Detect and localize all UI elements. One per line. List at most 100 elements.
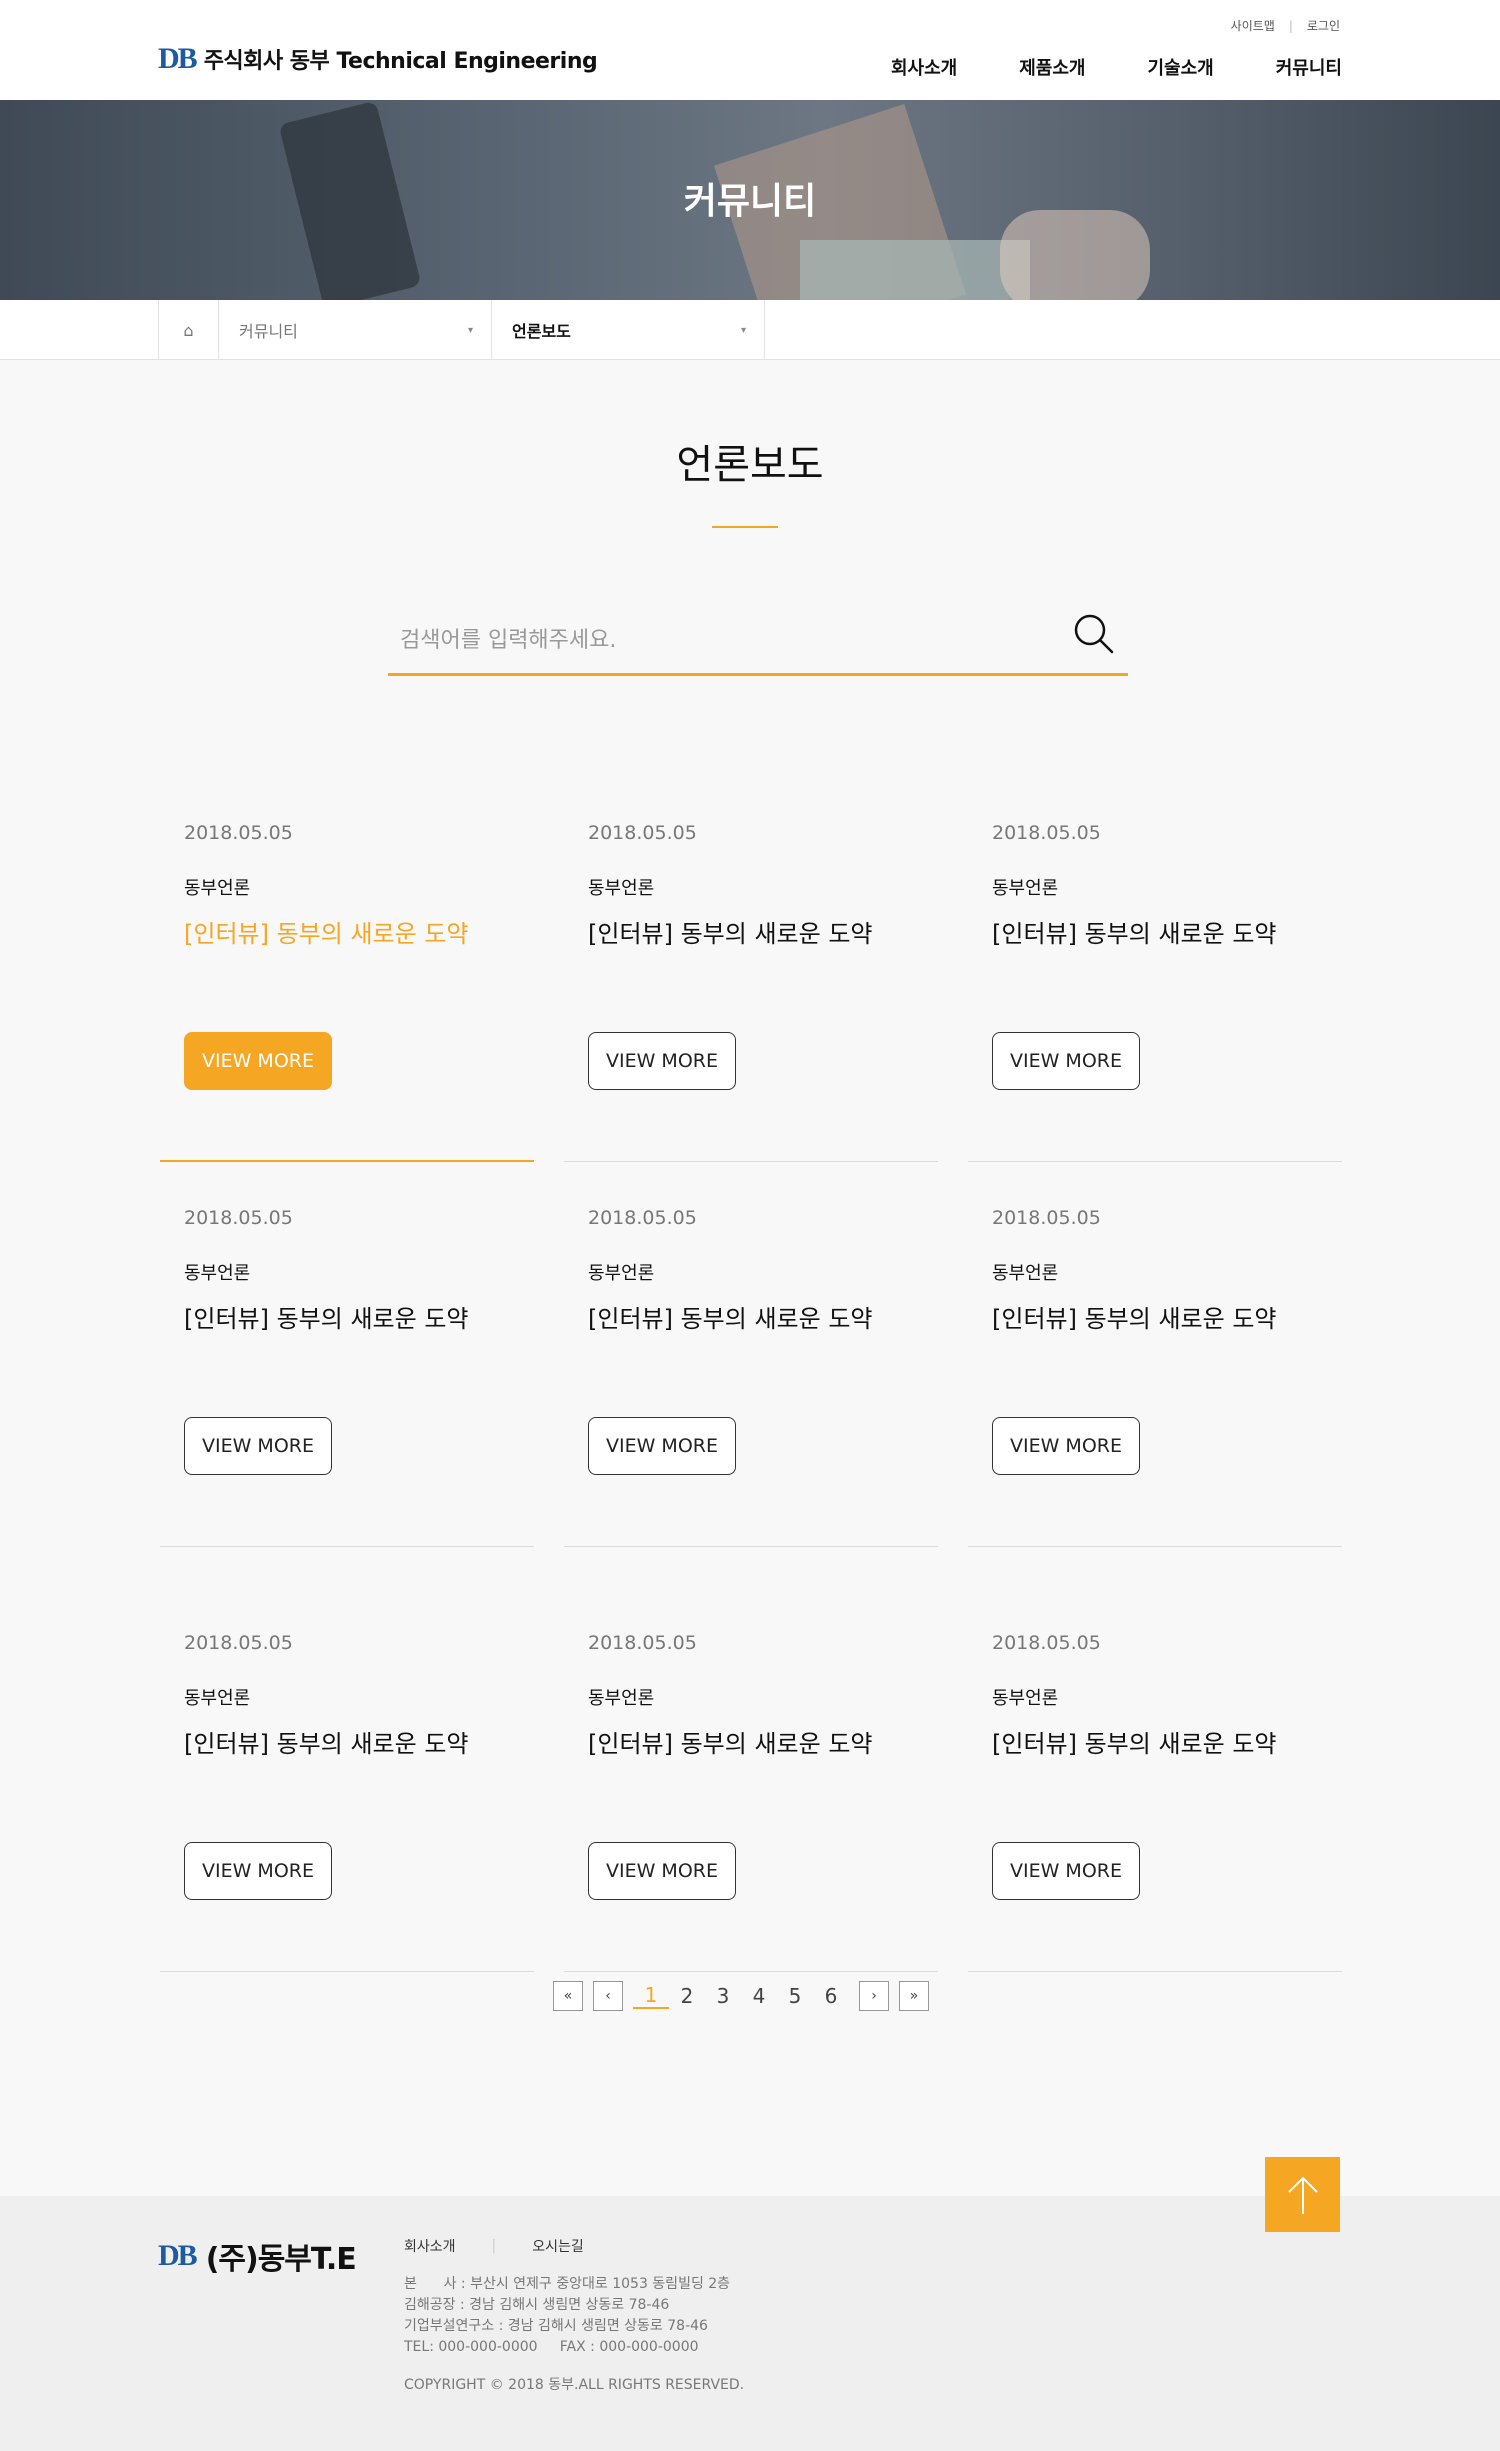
card-title[interactable]: [인터뷰] 동부의 새로운 도약 bbox=[992, 914, 1277, 949]
search-bar bbox=[388, 598, 1128, 676]
view-more-button[interactable]: VIEW MORE bbox=[588, 1842, 736, 1900]
card-date: 2018.05.05 bbox=[992, 822, 1101, 844]
depth2-label: 언론보도 bbox=[512, 322, 571, 341]
card-category: 동부언론 bbox=[588, 1688, 655, 1709]
address-line: 본 사 : 부산시 연제구 중앙대로 1053 동림빌딩 2층 bbox=[404, 2276, 731, 2292]
arrow-up-icon bbox=[1287, 2176, 1318, 2214]
depth2-select[interactable]: 언론보도 ▾ bbox=[492, 300, 765, 360]
card-title[interactable]: [인터뷰] 동부의 새로운 도약 bbox=[588, 1299, 873, 1334]
title-underline bbox=[712, 526, 778, 528]
news-card[interactable]: 2018.05.05 동부언론 [인터뷰] 동부의 새로운 도약 VIEW MO… bbox=[564, 1207, 938, 1547]
card-title[interactable]: [인터뷰] 동부의 새로운 도약 bbox=[184, 1724, 469, 1759]
nav-item-technology[interactable]: 기술소개 bbox=[1148, 54, 1214, 80]
footer-link-directions[interactable]: 오시는길 bbox=[532, 2236, 584, 2256]
footer-link-separator: | bbox=[491, 2238, 497, 2254]
company-info: 본 사 : 부산시 연제구 중앙대로 1053 동림빌딩 2층 김해공장 : 경… bbox=[404, 2274, 730, 2358]
news-card[interactable]: 2018.05.05 동부언론 [인터뷰] 동부의 새로운 도약 VIEW MO… bbox=[968, 822, 1342, 1162]
news-card[interactable]: 2018.05.05 동부언론 [인터뷰] 동부의 새로운 도약 VIEW MO… bbox=[160, 822, 534, 1162]
sub-visual-banner: 커뮤니티 bbox=[0, 100, 1500, 300]
location-bar: ⌂ 커뮤니티 ▾ 언론보도 ▾ bbox=[0, 300, 1500, 360]
breadcrumb: ⌂ 커뮤니티 ▾ 언론보도 ▾ bbox=[158, 300, 765, 360]
card-category: 동부언론 bbox=[184, 1263, 251, 1284]
card-title[interactable]: [인터뷰] 동부의 새로운 도약 bbox=[588, 1724, 873, 1759]
nav-item-community[interactable]: 커뮤니티 bbox=[1276, 54, 1342, 80]
card-title[interactable]: [인터뷰] 동부의 새로운 도약 bbox=[184, 1299, 469, 1334]
page-number[interactable]: 4 bbox=[741, 1984, 777, 2008]
card-category: 동부언론 bbox=[184, 878, 251, 899]
news-card[interactable]: 2018.05.05 동부언론 [인터뷰] 동부의 새로운 도약 VIEW MO… bbox=[968, 1632, 1342, 1972]
news-card[interactable]: 2018.05.05 동부언론 [인터뷰] 동부의 새로운 도약 VIEW MO… bbox=[160, 1632, 534, 1972]
prev-page-button[interactable]: ‹ bbox=[593, 1981, 623, 2011]
card-date: 2018.05.05 bbox=[184, 1207, 293, 1229]
view-more-button[interactable]: VIEW MORE bbox=[588, 1417, 736, 1475]
page-title: 언론보도 bbox=[676, 442, 824, 488]
news-card[interactable]: 2018.05.05 동부언론 [인터뷰] 동부의 새로운 도약 VIEW MO… bbox=[564, 822, 938, 1162]
view-more-button[interactable]: VIEW MORE bbox=[992, 1842, 1140, 1900]
search-input[interactable] bbox=[400, 620, 1050, 660]
news-card[interactable]: 2018.05.05 동부언론 [인터뷰] 동부의 새로운 도약 VIEW MO… bbox=[160, 1207, 534, 1547]
card-category: 동부언론 bbox=[992, 1688, 1059, 1709]
db-logo-icon: DB bbox=[158, 2239, 198, 2272]
card-date: 2018.05.05 bbox=[184, 822, 293, 844]
contact-line: TEL: 000-000-0000 FAX : 000-000-0000 bbox=[404, 2339, 699, 2355]
scroll-top-button[interactable] bbox=[1265, 2157, 1340, 2232]
page-number[interactable]: 5 bbox=[777, 1984, 813, 2008]
card-category: 동부언론 bbox=[184, 1688, 251, 1709]
news-card[interactable]: 2018.05.05 동부언론 [인터뷰] 동부의 새로운 도약 VIEW MO… bbox=[968, 1207, 1342, 1547]
depth1-label: 커뮤니티 bbox=[239, 322, 298, 341]
db-logo-icon: DB bbox=[158, 42, 198, 75]
view-more-button[interactable]: VIEW MORE bbox=[992, 1032, 1140, 1090]
card-date: 2018.05.05 bbox=[588, 1207, 697, 1229]
page-number[interactable]: 2 bbox=[669, 1984, 705, 2008]
card-title[interactable]: [인터뷰] 동부의 새로운 도약 bbox=[184, 914, 469, 949]
card-title[interactable]: [인터뷰] 동부의 새로운 도약 bbox=[588, 914, 873, 949]
page-number[interactable]: 6 bbox=[813, 1984, 849, 2008]
footer-link-company[interactable]: 회사소개 bbox=[404, 2236, 456, 2256]
main-nav: 회사소개 제품소개 기술소개 커뮤니티 bbox=[891, 54, 1342, 80]
card-date: 2018.05.05 bbox=[588, 822, 697, 844]
card-title[interactable]: [인터뷰] 동부의 새로운 도약 bbox=[992, 1724, 1277, 1759]
first-page-button[interactable]: « bbox=[553, 1981, 583, 2011]
next-page-button[interactable]: › bbox=[859, 1981, 889, 2011]
footer-logo-text: (주)동부T.E bbox=[205, 2242, 357, 2277]
nav-item-products[interactable]: 제품소개 bbox=[1019, 54, 1085, 80]
card-category: 동부언론 bbox=[992, 1263, 1059, 1284]
site-footer: DB (주)동부T.E 회사소개 | 오시는길 본 사 : 부산시 연제구 중앙… bbox=[0, 2196, 1500, 2451]
card-date: 2018.05.05 bbox=[184, 1632, 293, 1654]
footer-links: 회사소개 | 오시는길 bbox=[404, 2236, 584, 2256]
page-number[interactable]: 3 bbox=[705, 1984, 741, 2008]
last-page-button[interactable]: » bbox=[899, 1981, 929, 2011]
card-category: 동부언론 bbox=[992, 878, 1059, 899]
address-line: 김해공장 : 경남 김해시 생림면 상동로 78-46 bbox=[404, 2297, 670, 2313]
banner-decoration bbox=[800, 240, 1030, 300]
card-date: 2018.05.05 bbox=[992, 1207, 1101, 1229]
login-link[interactable]: 로그인 bbox=[1307, 17, 1340, 34]
view-more-button[interactable]: VIEW MORE bbox=[184, 1032, 332, 1090]
site-header: 사이트맵 | 로그인 DB 주식회사 동부 Technical Engineer… bbox=[0, 0, 1500, 100]
view-more-button[interactable]: VIEW MORE bbox=[992, 1417, 1140, 1475]
card-date: 2018.05.05 bbox=[992, 1632, 1101, 1654]
utility-links: 사이트맵 | 로그인 bbox=[1231, 17, 1340, 34]
card-date: 2018.05.05 bbox=[588, 1632, 697, 1654]
view-more-button[interactable]: VIEW MORE bbox=[184, 1842, 332, 1900]
site-logo[interactable]: DB 주식회사 동부 Technical Engineering bbox=[158, 42, 598, 76]
news-card[interactable]: 2018.05.05 동부언론 [인터뷰] 동부의 새로운 도약 VIEW MO… bbox=[564, 1632, 938, 1972]
card-title[interactable]: [인터뷰] 동부의 새로운 도약 bbox=[992, 1299, 1277, 1334]
util-separator: | bbox=[1288, 18, 1293, 33]
sitemap-link[interactable]: 사이트맵 bbox=[1231, 17, 1275, 34]
search-icon[interactable] bbox=[1070, 610, 1118, 658]
nav-item-company[interactable]: 회사소개 bbox=[891, 54, 957, 80]
logo-text: 주식회사 동부 Technical Engineering bbox=[203, 49, 598, 74]
home-icon[interactable]: ⌂ bbox=[159, 300, 219, 360]
chevron-down-icon: ▾ bbox=[740, 324, 746, 336]
page-number[interactable]: 1 bbox=[633, 1983, 669, 2009]
depth1-select[interactable]: 커뮤니티 ▾ bbox=[219, 300, 492, 360]
view-more-button[interactable]: VIEW MORE bbox=[588, 1032, 736, 1090]
pagination: « ‹ 1 2 3 4 5 6 › » bbox=[553, 1981, 929, 2011]
address-line: 기업부설연구소 : 경남 김해시 생림면 상동로 78-46 bbox=[404, 2318, 708, 2334]
chevron-down-icon: ▾ bbox=[467, 324, 473, 336]
footer-logo: DB (주)동부T.E bbox=[158, 2234, 357, 2278]
view-more-button[interactable]: VIEW MORE bbox=[184, 1417, 332, 1475]
card-category: 동부언론 bbox=[588, 1263, 655, 1284]
copyright: COPYRIGHT © 2018 동부.ALL RIGHTS RESERVED. bbox=[404, 2377, 745, 2393]
